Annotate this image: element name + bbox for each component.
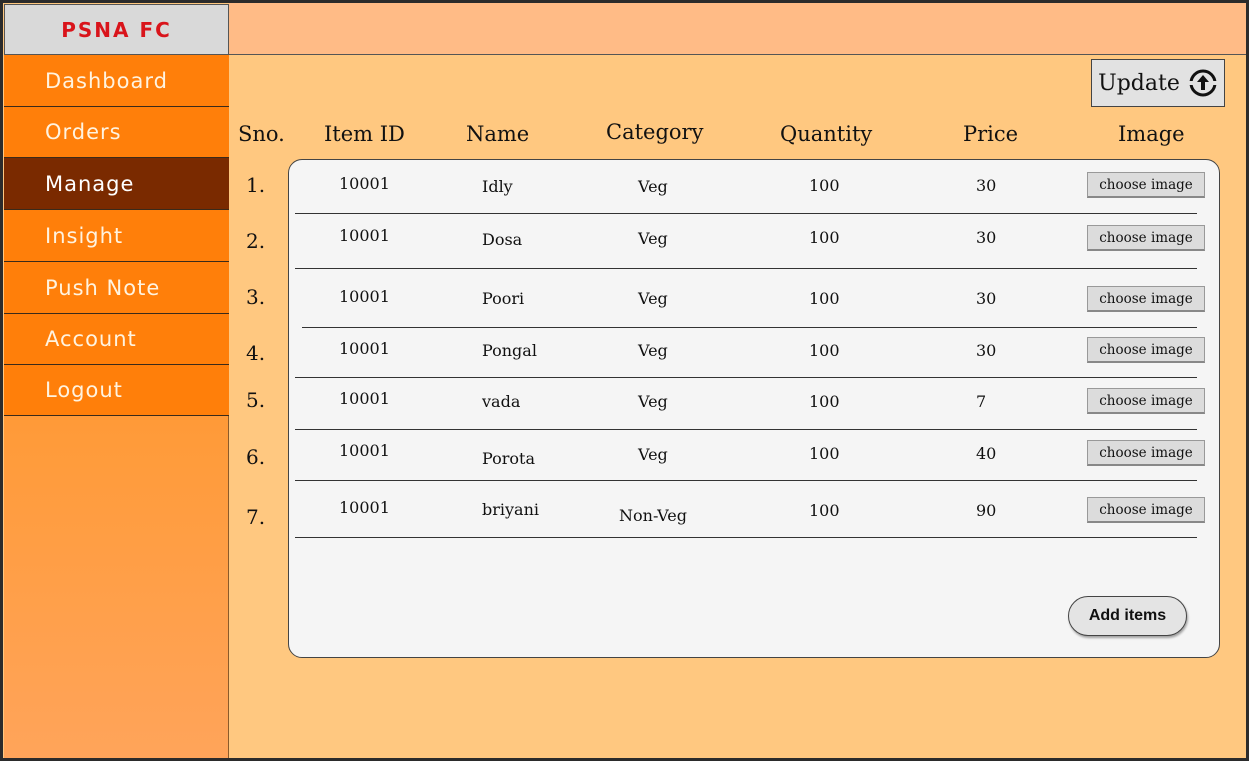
row-7-item-id: 10001	[339, 498, 390, 517]
refresh-upload-icon	[1188, 69, 1217, 97]
sidebar: Dashboard Orders Manage Insight Push Not…	[4, 55, 229, 758]
row-2-item-id: 10001	[339, 226, 390, 245]
row-1-choose-image-button[interactable]: choose image	[1087, 172, 1205, 198]
add-items-button[interactable]: Add items	[1068, 596, 1187, 636]
header-name: Name	[466, 122, 530, 146]
row-2-sno: 2.	[246, 229, 266, 253]
row-4-price: 30	[976, 341, 997, 360]
row-3-price: 30	[976, 289, 997, 308]
row-divider	[295, 537, 1197, 538]
row-3-quantity: 100	[809, 289, 840, 308]
row-5-quantity: 100	[809, 392, 840, 411]
row-4-item-id: 10001	[339, 339, 390, 358]
row-divider	[295, 268, 1197, 269]
row-1-item-id: 10001	[339, 174, 390, 193]
row-2-category: Veg	[638, 229, 668, 248]
row-1-price: 30	[976, 176, 997, 195]
row-3-item-id: 10001	[339, 287, 390, 306]
row-7-choose-image-button[interactable]: choose image	[1087, 497, 1205, 523]
row-6-item-id: 10001	[339, 441, 390, 460]
row-7-quantity: 100	[809, 501, 840, 520]
top-bar	[229, 3, 1246, 55]
update-button[interactable]: Update	[1091, 59, 1225, 107]
row-divider	[295, 377, 1197, 378]
row-5-price: 7	[976, 392, 987, 411]
row-4-choose-image-button[interactable]: choose image	[1087, 337, 1205, 363]
header-image: Image	[1118, 122, 1185, 146]
row-3-sno: 3.	[246, 285, 266, 309]
sidebar-item-insight[interactable]: Insight	[4, 210, 229, 262]
row-7-sno: 7.	[246, 505, 266, 529]
row-4-quantity: 100	[809, 341, 840, 360]
app-window: PSNA FC Dashboard Orders Manage Insight …	[3, 3, 1246, 758]
row-5-name: vada	[482, 392, 521, 411]
row-divider	[295, 480, 1197, 481]
header-price: Price	[963, 122, 1019, 146]
header-quantity: Quantity	[780, 122, 873, 146]
update-label: Update	[1098, 70, 1180, 96]
row-6-choose-image-button[interactable]: choose image	[1087, 440, 1205, 466]
row-6-sno: 6.	[246, 445, 266, 469]
row-3-choose-image-button[interactable]: choose image	[1087, 286, 1205, 312]
row-5-choose-image-button[interactable]: choose image	[1087, 388, 1205, 414]
row-5-sno: 5.	[246, 388, 266, 412]
row-7-category: Non-Veg	[619, 506, 687, 525]
manage-panel: Update Sno. Item ID Name Category Quanti…	[229, 56, 1246, 758]
row-divider	[302, 327, 1197, 328]
sidebar-item-account[interactable]: Account	[4, 314, 229, 365]
row-2-name: Dosa	[482, 230, 523, 249]
row-4-sno: 4.	[246, 341, 266, 365]
row-1-sno: 1.	[246, 173, 266, 197]
row-1-quantity: 100	[809, 176, 840, 195]
row-6-quantity: 100	[809, 444, 840, 463]
row-7-price: 90	[976, 501, 997, 520]
brand-logo: PSNA FC	[4, 4, 229, 55]
row-divider	[295, 429, 1197, 430]
row-1-category: Veg	[638, 177, 668, 196]
row-4-category: Veg	[638, 341, 668, 360]
row-2-price: 30	[976, 228, 997, 247]
header-sno: Sno.	[238, 122, 285, 146]
row-3-name: Poori	[482, 289, 525, 308]
row-7-name: briyani	[482, 500, 540, 519]
row-5-category: Veg	[638, 392, 668, 411]
row-5-item-id: 10001	[339, 389, 390, 408]
sidebar-item-manage[interactable]: Manage	[4, 158, 229, 210]
row-6-price: 40	[976, 444, 997, 463]
row-6-category: Veg	[638, 445, 668, 464]
row-divider	[295, 213, 1197, 214]
header-item-id: Item ID	[324, 122, 405, 146]
sidebar-item-orders[interactable]: Orders	[4, 107, 229, 158]
row-6-name: Porota	[482, 449, 535, 468]
sidebar-item-logout[interactable]: Logout	[4, 365, 229, 416]
row-2-quantity: 100	[809, 228, 840, 247]
row-2-choose-image-button[interactable]: choose image	[1087, 225, 1205, 251]
row-4-name: Pongal	[482, 341, 537, 360]
row-1-name: Idly	[482, 177, 513, 196]
header-category: Category	[606, 120, 704, 144]
sidebar-item-dashboard[interactable]: Dashboard	[4, 55, 229, 107]
sidebar-item-push-note[interactable]: Push Note	[4, 262, 229, 314]
menu-items-table: 10001 Idly Veg 100 30 choose image 10001…	[288, 159, 1220, 658]
row-3-category: Veg	[638, 289, 668, 308]
